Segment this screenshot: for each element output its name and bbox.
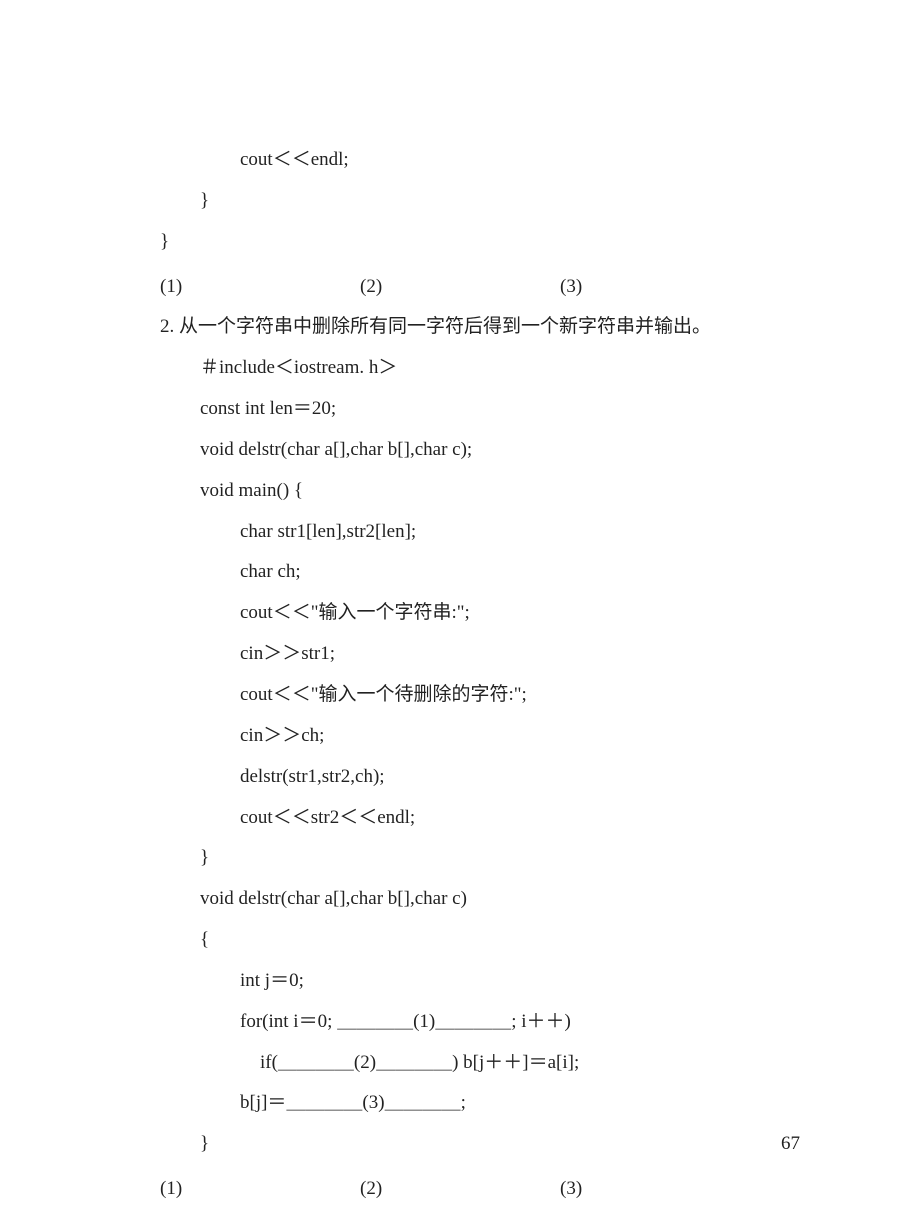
- code-line: void delstr(char a[],char b[],char c): [200, 879, 810, 920]
- code-line: delstr(str1,str2,ch);: [240, 757, 810, 798]
- code-line: cout＜＜endl;: [240, 140, 810, 181]
- code-line: ＃include＜iostream. h＞: [200, 348, 810, 389]
- code-line-blank-2: if(＿＿＿＿(2)＿＿＿＿) b[j＋＋]＝a[i];: [260, 1043, 810, 1084]
- code-line: }: [200, 181, 810, 222]
- code-line: void main() {: [200, 471, 810, 512]
- answer-row-2: (1) (2) (3): [160, 1169, 810, 1210]
- code-line: cin＞＞ch;: [240, 716, 810, 757]
- code-line: void delstr(char a[],char b[],char c);: [200, 430, 810, 471]
- page-content: cout＜＜endl; } } (1) (2) (3) 2. 从一个字符串中删除…: [0, 0, 920, 1210]
- page-number: 67: [781, 1133, 800, 1155]
- code-line: cin＞＞str1;: [240, 634, 810, 675]
- code-line: const int len＝20;: [200, 389, 810, 430]
- code-line: cout＜＜"输入一个待删除的字符:";: [240, 675, 810, 716]
- code-line: cout＜＜str2＜＜endl;: [240, 798, 810, 839]
- code-line-blank-3: b[j]＝＿＿＿＿(3)＿＿＿＿;: [240, 1083, 810, 1124]
- answer-label-1: (1): [160, 1169, 360, 1210]
- code-line: cout＜＜"输入一个字符串:";: [240, 593, 810, 634]
- question-2: 2. 从一个字符串中删除所有同一字符后得到一个新字符串并输出。: [160, 307, 810, 348]
- code-line: }: [200, 838, 810, 879]
- code-line: {: [200, 920, 810, 961]
- answer-label-2: (2): [360, 267, 560, 308]
- answer-label-2: (2): [360, 1169, 560, 1210]
- code-line: }: [200, 1124, 810, 1165]
- answer-label-3: (3): [560, 1169, 582, 1210]
- code-line-blank-1: for(int i＝0; ＿＿＿＿(1)＿＿＿＿; i＋＋): [240, 1002, 810, 1043]
- answer-row-1: (1) (2) (3): [160, 267, 810, 308]
- code-line: }: [160, 222, 810, 263]
- code-line: char ch;: [240, 552, 810, 593]
- answer-label-3: (3): [560, 267, 582, 308]
- code-line: char str1[len],str2[len];: [240, 512, 810, 553]
- answer-label-1: (1): [160, 267, 360, 308]
- code-line: int j＝0;: [240, 961, 810, 1002]
